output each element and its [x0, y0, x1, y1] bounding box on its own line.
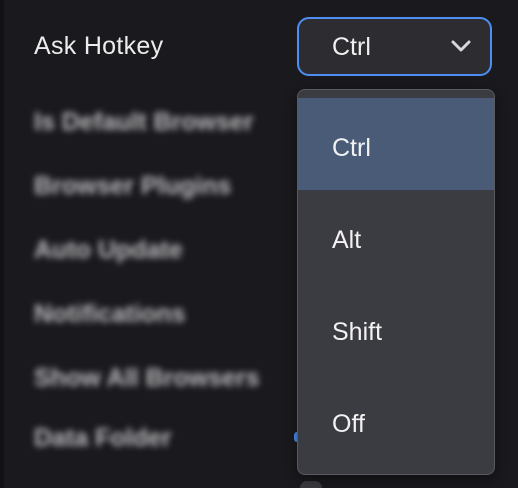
ask-hotkey-select[interactable]: Ctrl	[297, 17, 492, 76]
setting-label-data-folder: Data Folder	[34, 424, 172, 452]
dropdown-option-ctrl[interactable]: Ctrl	[298, 98, 494, 190]
dropdown-option-label: Off	[332, 410, 365, 438]
setting-label-default-browser: Is Default Browser	[34, 108, 254, 136]
dropdown-option-alt[interactable]: Alt	[298, 190, 494, 282]
dropdown-option-label: Shift	[332, 318, 383, 346]
dropdown-option-label: Ctrl	[332, 134, 371, 162]
panel-divider	[0, 0, 4, 488]
ask-hotkey-dropdown-menu: Ctrl Alt Shift Off	[297, 89, 495, 475]
dropdown-option-shift[interactable]: Shift	[298, 282, 494, 374]
ask-hotkey-select-value: Ctrl	[332, 33, 371, 61]
hidden-control-edge	[300, 481, 322, 488]
settings-panel: Ask Hotkey Is Default Browser Browser Pl…	[0, 0, 518, 488]
setting-label-show-all-browsers: Show All Browsers	[34, 364, 260, 392]
setting-label-auto-update: Auto Update	[34, 236, 183, 264]
ask-hotkey-label: Ask Hotkey	[34, 32, 164, 60]
setting-label-notifications: Notifications	[34, 300, 186, 328]
setting-label-browser-plugins: Browser Plugins	[34, 172, 232, 200]
chevron-down-icon	[451, 40, 471, 52]
dropdown-option-off[interactable]: Off	[298, 374, 494, 466]
dropdown-option-label: Alt	[332, 226, 362, 254]
